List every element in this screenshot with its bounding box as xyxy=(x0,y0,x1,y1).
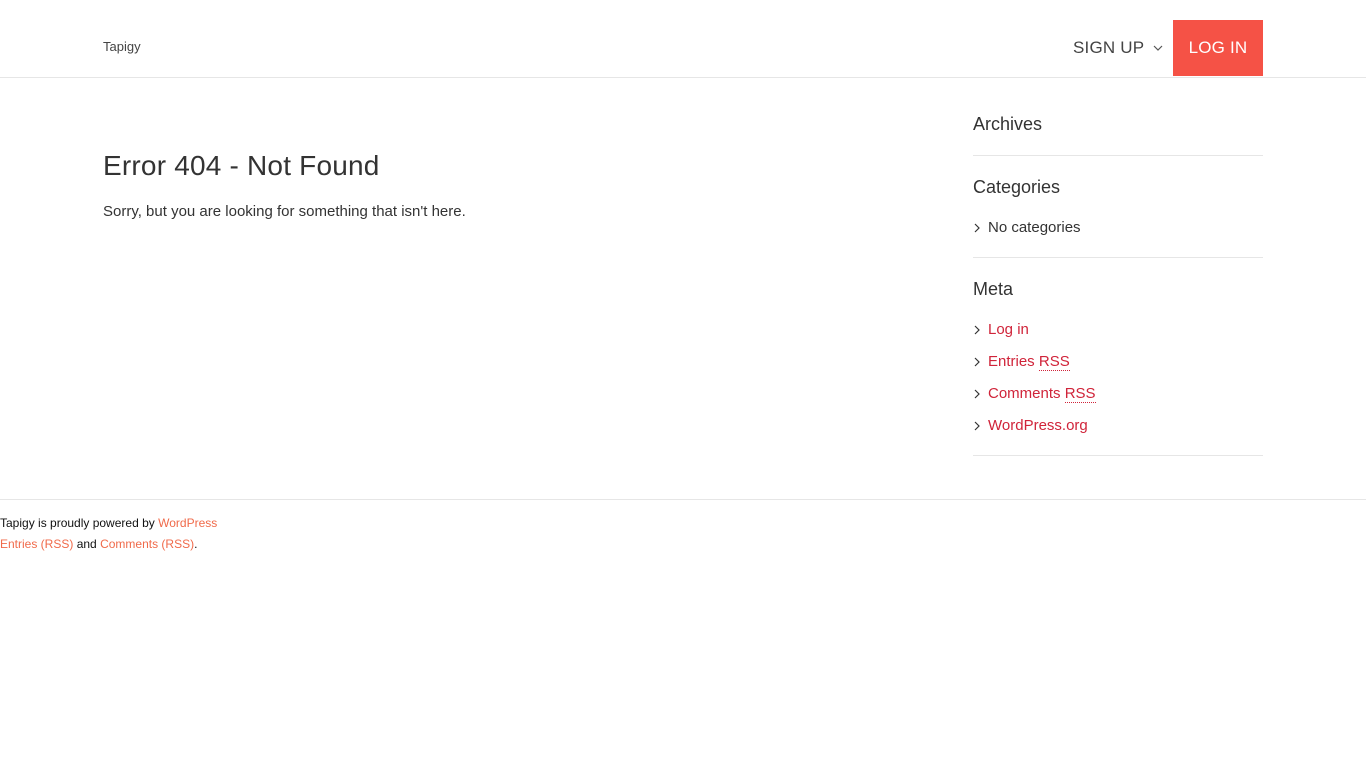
meta-login-link[interactable]: Log in xyxy=(988,321,1029,338)
footer-feeds-line: Entries (RSS) and Comments (RSS). xyxy=(0,537,197,551)
site-header: Tapigy SIGN UP LOG IN xyxy=(0,0,1366,78)
login-button[interactable]: LOG IN xyxy=(1173,20,1263,76)
chevron-right-icon xyxy=(974,223,980,232)
entries-label: Entries xyxy=(988,353,1035,370)
meta-item-entries-rss: Entries RSS xyxy=(973,353,1070,371)
error-message: Sorry, but you are looking for something… xyxy=(103,203,466,220)
footer-wordpress-link[interactable]: WordPress xyxy=(158,516,217,530)
footer-and-text: and xyxy=(76,537,97,551)
categories-title: Categories xyxy=(973,177,1061,197)
login-label: LOG IN xyxy=(1188,38,1248,57)
page-title: Error 404 - Not Found xyxy=(103,150,380,181)
footer-powered-line: Tapigy is proudly powered by WordPress xyxy=(0,516,217,530)
site-footer: Tapigy is proudly powered by WordPress E… xyxy=(0,499,1366,559)
footer-comments-rss-link[interactable]: Comments (RSS) xyxy=(100,537,194,551)
footer-period: . xyxy=(194,537,198,551)
rss-abbr: RSS xyxy=(1064,385,1096,403)
footer-entries-rss-link[interactable]: Entries (RSS) xyxy=(0,537,73,551)
chevron-right-icon xyxy=(974,421,980,430)
categories-widget: Categories No categories xyxy=(973,177,1263,258)
signup-menu[interactable]: SIGN UP xyxy=(1073,36,1164,60)
site-logo[interactable]: Tapigy xyxy=(103,39,141,54)
footer-powered-text: Tapigy is proudly powered by xyxy=(0,516,155,530)
list-item: No categories xyxy=(973,219,1081,236)
chevron-right-icon xyxy=(974,389,980,398)
chevron-right-icon xyxy=(974,325,980,334)
archives-widget: Archives xyxy=(973,114,1263,156)
logo-alt-text: Tapigy xyxy=(103,39,141,54)
meta-item-comments-rss: Comments RSS xyxy=(973,385,1096,403)
meta-title: Meta xyxy=(973,279,1014,299)
meta-comments-rss-link[interactable]: Comments RSS xyxy=(988,385,1096,403)
archives-title: Archives xyxy=(973,114,1043,134)
meta-item-wordpress: WordPress.org xyxy=(973,417,1088,434)
meta-entries-rss-link[interactable]: Entries RSS xyxy=(988,353,1070,371)
signup-label: SIGN UP xyxy=(1073,38,1145,57)
meta-item-login: Log in xyxy=(973,321,1029,338)
rss-abbr: RSS xyxy=(1038,353,1070,371)
comments-label: Comments xyxy=(988,385,1061,402)
category-label: No categories xyxy=(988,219,1081,236)
meta-wordpress-link[interactable]: WordPress.org xyxy=(988,417,1088,434)
chevron-down-icon xyxy=(1153,45,1163,51)
meta-widget: Meta Log in Entries RSS Comments RSS Wor… xyxy=(973,279,1263,456)
chevron-right-icon xyxy=(974,357,980,366)
